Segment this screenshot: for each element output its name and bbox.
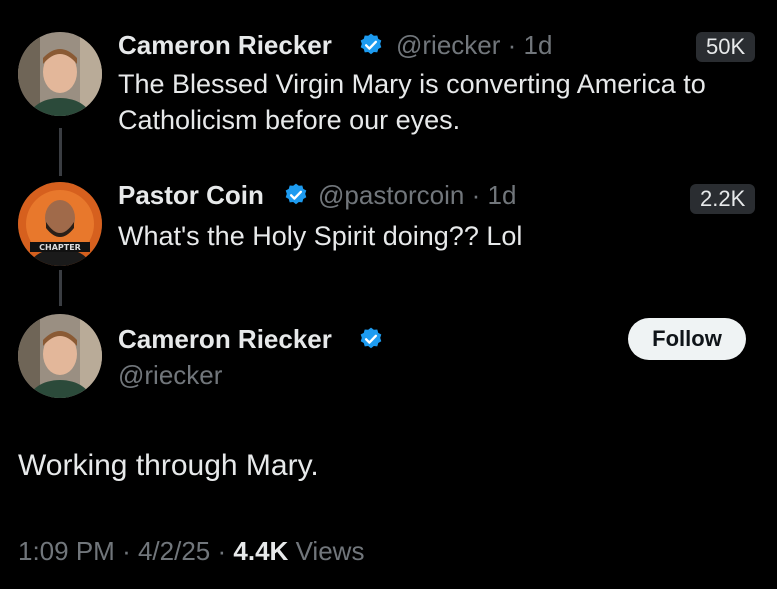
follow-button[interactable]: Follow [628,318,746,360]
tweet-text: The Blessed Virgin Mary is converting Am… [118,69,706,135]
author-name[interactable]: Pastor Coin [118,180,264,211]
timestamp: 1d [523,30,553,60]
thread-connector [59,128,62,176]
avatar[interactable] [18,314,102,398]
verified-badge-icon [285,183,307,205]
avatar[interactable] [18,32,102,116]
separator-dot: · [471,180,481,210]
timestamp: 1d [487,180,517,210]
separator-dot: · [217,536,227,566]
view-count-badge: 2.2K [690,184,756,214]
author-name[interactable]: Cameron Riecker [118,30,332,61]
separator-dot: · [507,30,517,60]
author-name[interactable]: Cameron Riecker [118,324,332,355]
tweet-date[interactable]: 4/2/25 [138,536,210,566]
views-label: Views [295,536,365,566]
tweet-time[interactable]: 1:09 PM [18,536,115,566]
tweet-meta: 1:09 PM · 4/2/25 · 4.4K Views [18,536,364,567]
author-handle[interactable]: @pastorcoin · 1d [318,180,516,211]
view-count-badge: 50K [696,32,756,62]
author-handle[interactable]: @riecker · 1d [396,30,552,61]
thread-connector [59,270,62,306]
views-count: 4.4K [233,536,289,566]
verified-badge-icon [360,327,382,349]
verified-badge-icon [360,33,382,55]
separator-dot: · [122,536,131,566]
svg-text:CHAPTER: CHAPTER [39,243,81,252]
author-handle[interactable]: @riecker [118,360,222,391]
avatar[interactable]: CHAPTER [18,182,102,266]
tweet-text: Working through Mary. [18,449,319,482]
tweet-text: What's the Holy Spirit doing?? Lol [118,221,523,251]
